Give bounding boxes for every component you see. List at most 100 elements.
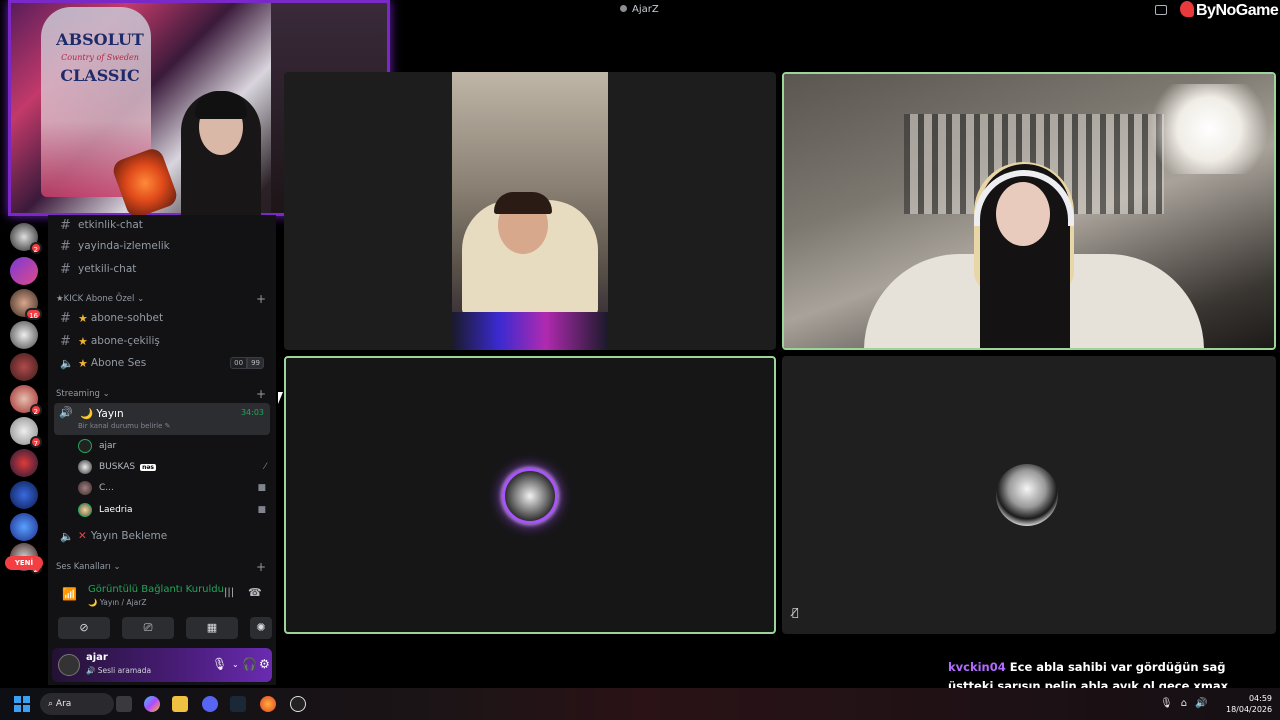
brand-mark-icon bbox=[1180, 1, 1194, 17]
server-icon[interactable] bbox=[10, 353, 38, 381]
star-icon: ★ bbox=[78, 334, 88, 348]
activities-button[interactable]: ▦ bbox=[186, 617, 238, 639]
camera-icon: ■ bbox=[257, 483, 266, 493]
star-icon: ★ bbox=[78, 311, 88, 325]
copilot-icon[interactable] bbox=[144, 696, 160, 712]
signal-icon: 📶 bbox=[62, 587, 77, 601]
taskbar: ⌕ Ara 🎙⌂🔊 04:59 18/04/2026 bbox=[0, 688, 1280, 720]
channel-yetkili-chat[interactable]: # yetkili-chat bbox=[56, 259, 270, 279]
server-icon[interactable] bbox=[10, 257, 38, 285]
voice-member[interactable]: Laedria ■ bbox=[78, 501, 268, 519]
server-icon[interactable] bbox=[10, 513, 38, 541]
noise-suppression-icon[interactable]: ||| bbox=[224, 587, 234, 598]
screen: AjarZ ByNoGame ABSOLUT Country of Sweden… bbox=[0, 0, 1280, 720]
windows-start-icon[interactable] bbox=[14, 696, 30, 712]
gear-icon[interactable]: ⚙ bbox=[259, 657, 270, 671]
system-tray[interactable]: 🎙⌂🔊 bbox=[1160, 698, 1216, 709]
connection-status[interactable]: Görüntülü Bağlantı Kuruldu bbox=[88, 584, 224, 595]
text-channel-icon: # bbox=[60, 217, 71, 233]
microphone-icon[interactable]: 🎙 bbox=[212, 657, 227, 671]
channel-yayin-bekleme[interactable]: 🔈 ✕ Yayın Bekleme bbox=[56, 526, 270, 546]
inbox-icon[interactable] bbox=[1155, 5, 1167, 15]
cross-icon: ✕ bbox=[78, 530, 87, 542]
avatar-tile[interactable]: 🎙̸ bbox=[782, 356, 1276, 634]
voice-channel-icon: 🔊 bbox=[59, 406, 73, 419]
text-channel-icon: # bbox=[60, 333, 71, 349]
star-icon: ★ bbox=[78, 356, 88, 370]
rgb-keyboard bbox=[452, 312, 608, 350]
screen-share-button[interactable]: ⎚ bbox=[122, 617, 174, 639]
new-badge: YENİ bbox=[5, 556, 43, 570]
server-icon[interactable] bbox=[10, 449, 38, 477]
star-icon: ★ bbox=[56, 294, 64, 304]
chevron-down-icon[interactable]: ⌄ bbox=[232, 660, 239, 669]
user-limit-counter: 00 99 bbox=[230, 357, 264, 369]
user-panel: ajar 🔊 Sesli aramada 🎙 ⌄ 🎧 ⚙ bbox=[52, 648, 272, 682]
channel-timer: 34:03 bbox=[240, 408, 264, 417]
avatar bbox=[502, 468, 558, 524]
channel-abone-cekilis[interactable]: # ★ abone-çekiliş bbox=[56, 331, 270, 351]
add-channel-icon[interactable]: + bbox=[256, 387, 266, 401]
steam-icon[interactable] bbox=[230, 696, 246, 712]
server-icon[interactable]: 2 bbox=[10, 385, 42, 416]
server-icon bbox=[620, 5, 627, 12]
server-icon[interactable]: 16 bbox=[10, 289, 42, 320]
username[interactable]: ajar bbox=[86, 652, 108, 663]
headphones-icon[interactable]: 🎧 bbox=[242, 657, 257, 671]
channel-sidebar: # etkinlik-chat # yayinda-izlemelik # yetki… bbox=[48, 215, 276, 685]
soundboard-button[interactable]: ✺ bbox=[250, 617, 272, 639]
channel-etkinlik-chat[interactable]: # etkinlik-chat bbox=[56, 215, 270, 235]
mic-muted-icon: ⁄ bbox=[264, 462, 266, 472]
category-ses-kanallari[interactable]: Ses Kanalları ⌄ + bbox=[56, 560, 270, 574]
mic-muted-icon: 🎙̸ bbox=[792, 606, 799, 619]
avatar bbox=[78, 481, 92, 495]
category-kick[interactable]: ★ KICK Abone Özel ⌄ + bbox=[56, 292, 270, 306]
voice-channel-icon: 🔈 bbox=[60, 529, 74, 543]
channel-status[interactable]: Bir kanal durumu belirle ✎ bbox=[78, 422, 171, 430]
chat-username: kvckin04 bbox=[948, 660, 1006, 674]
add-channel-icon[interactable]: + bbox=[256, 560, 266, 574]
avatar bbox=[78, 460, 92, 474]
video-tile[interactable] bbox=[284, 72, 776, 350]
firefox-icon[interactable] bbox=[260, 696, 276, 712]
avatar[interactable] bbox=[58, 654, 80, 676]
avatar bbox=[78, 439, 92, 453]
server-icon[interactable] bbox=[10, 481, 38, 509]
task-view-icon[interactable] bbox=[116, 696, 132, 712]
avatar-tile-speaking[interactable] bbox=[284, 356, 776, 634]
discord-icon[interactable] bbox=[202, 696, 218, 712]
video-grid: 🎙̸ bbox=[284, 72, 1276, 634]
taskbar-clock[interactable]: 04:59 18/04/2026 bbox=[1226, 693, 1272, 715]
camera-off-button[interactable]: ⊘ bbox=[58, 617, 110, 639]
channel-yayinda-izlemelik[interactable]: # yayinda-izlemelik bbox=[56, 236, 270, 256]
brand-logo: ByNoGame bbox=[1180, 1, 1279, 20]
category-streaming[interactable]: Streaming ⌄ + bbox=[56, 387, 270, 401]
voice-connection-panel: 📶 Görüntülü Bağlantı Kuruldu 🌙 Yayın / A… bbox=[52, 580, 272, 642]
voice-member[interactable]: BUSKAS nəs ⁄ bbox=[78, 458, 268, 476]
channel-abone-sohbet[interactable]: # ★ abone-sohbet bbox=[56, 308, 270, 328]
video-tile-speaking[interactable] bbox=[782, 72, 1276, 350]
channel-yayin-active[interactable]: 🔊 🌙 Yayın 34:03 Bir kanal durumu belirle… bbox=[54, 403, 270, 435]
voice-channel-icon: 🔈 bbox=[60, 356, 74, 370]
add-channel-icon[interactable]: + bbox=[256, 292, 266, 306]
disconnect-icon[interactable]: ☎ bbox=[248, 586, 262, 599]
obs-icon[interactable] bbox=[290, 696, 306, 712]
taskbar-search[interactable]: ⌕ Ara bbox=[40, 693, 114, 715]
unread-badge: 2 bbox=[29, 242, 42, 254]
server-icon[interactable]: 7 bbox=[10, 417, 42, 448]
unread-badge: 7 bbox=[29, 436, 42, 448]
bottle-poster-text: ABSOLUT Country of Sweden CLASSIC bbox=[56, 30, 144, 85]
text-channel-icon: # bbox=[60, 261, 71, 277]
avatar bbox=[78, 503, 92, 517]
voice-member[interactable]: C... ■ bbox=[78, 479, 268, 497]
channel-abone-ses[interactable]: 🔈 ★ Abone Ses 00 99 bbox=[56, 353, 270, 373]
participant-video bbox=[784, 74, 1274, 348]
file-explorer-icon[interactable] bbox=[172, 696, 188, 712]
voice-member[interactable]: ajar bbox=[78, 437, 268, 455]
server-icon[interactable] bbox=[10, 321, 38, 349]
text-channel-icon: # bbox=[60, 310, 71, 326]
participant-hair bbox=[494, 192, 552, 214]
unread-badge: 2 bbox=[29, 404, 42, 416]
server-icon[interactable]: 2 bbox=[10, 223, 42, 254]
avatar bbox=[996, 464, 1058, 526]
